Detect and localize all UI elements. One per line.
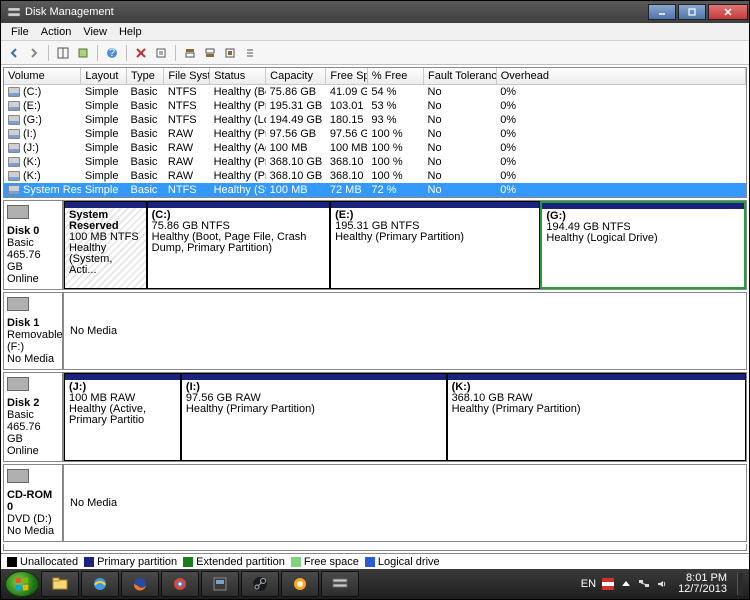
minimize-button[interactable]: [648, 4, 676, 20]
volume-icon: [8, 115, 20, 125]
disk-icon: [7, 377, 29, 391]
legend-unallocated: Unallocated: [20, 556, 78, 568]
disk-header[interactable]: Disk 0Basic465.76 GBOnline: [4, 201, 64, 289]
volume-row[interactable]: (C:)SimpleBasicNTFSHealthy (Bo...75.86 G…: [4, 85, 746, 100]
partition[interactable]: (E:)195.31 GB NTFSHealthy (Primary Parti…: [330, 201, 540, 289]
disk-header[interactable]: Disk 2Basic465.76 GBOnline: [4, 373, 64, 461]
partition[interactable]: (C:)75.86 GB NTFSHealthy (Boot, Page Fil…: [147, 201, 330, 289]
start-button[interactable]: [5, 571, 39, 597]
volume-row[interactable]: (E:)SimpleBasicNTFSHealthy (Pri...195.31…: [4, 99, 746, 113]
disk-header[interactable]: Disk 1Removable (F:)No Media: [4, 293, 64, 369]
column-header[interactable]: % Free: [367, 68, 423, 85]
disk-panel: Disk 2Basic465.76 GBOnline(J:)100 MB RAW…: [3, 372, 747, 462]
tray-flag-icon[interactable]: [602, 578, 614, 590]
tray-network-icon[interactable]: [638, 578, 650, 590]
volume-list[interactable]: VolumeLayoutTypeFile SystemStatusCapacit…: [3, 67, 747, 198]
properties-icon[interactable]: [152, 44, 170, 62]
legend-logical: Logical drive: [378, 556, 440, 568]
column-header[interactable]: Overhead: [496, 68, 745, 85]
legend: Unallocated Primary partition Extended p…: [1, 553, 749, 569]
taskbar-app1[interactable]: [201, 571, 239, 597]
maximize-button[interactable]: [678, 4, 706, 20]
legend-free: Free space: [304, 556, 359, 568]
volume-icon: [8, 87, 20, 97]
disk-icon: [7, 297, 29, 311]
menu-action[interactable]: Action: [35, 24, 78, 40]
window-title: Disk Management: [25, 6, 114, 18]
tray-date: 12/7/2013: [678, 584, 727, 595]
delete-icon[interactable]: [132, 44, 150, 62]
menu-file[interactable]: File: [5, 24, 35, 40]
menu-bar: File Action View Help: [1, 23, 749, 41]
column-header[interactable]: File System: [164, 68, 210, 85]
disk-panel: Disk 1Removable (F:)No MediaNo Media: [3, 292, 747, 370]
menu-help[interactable]: Help: [113, 24, 148, 40]
back-button[interactable]: [5, 44, 23, 62]
volume-row[interactable]: (G:)SimpleBasicNTFSHealthy (Lo...194.49 …: [4, 113, 746, 127]
empty-area: [3, 544, 747, 551]
column-header[interactable]: Fault Tolerance: [424, 68, 497, 85]
svg-text:?: ?: [109, 47, 115, 59]
taskbar-firefox[interactable]: [121, 571, 159, 597]
no-media-area[interactable]: No Media: [64, 293, 746, 369]
taskbar-app2[interactable]: [281, 571, 319, 597]
taskbar-steam[interactable]: [241, 571, 279, 597]
show-desktop-button[interactable]: [737, 573, 743, 595]
title-bar: Disk Management: [1, 1, 749, 23]
partition[interactable]: System Reserved100 MB NTFSHealthy (Syste…: [64, 201, 147, 289]
settings-icon[interactable]: [221, 44, 239, 62]
no-media-area[interactable]: No Media: [64, 465, 746, 541]
taskbar-chrome[interactable]: [161, 571, 199, 597]
volume-row[interactable]: (J:)SimpleBasicRAWHealthy (Act...100 MB1…: [4, 141, 746, 155]
close-button[interactable]: [708, 4, 748, 20]
volume-row[interactable]: (I:)SimpleBasicRAWHealthy (Pri...97.56 G…: [4, 127, 746, 141]
volume-icon: [8, 101, 20, 111]
view-bottom-icon[interactable]: [201, 44, 219, 62]
column-header[interactable]: Capacity: [266, 68, 326, 85]
column-header[interactable]: Status: [210, 68, 266, 85]
tray-lang[interactable]: EN: [581, 578, 596, 590]
tray-up-icon[interactable]: [620, 578, 632, 590]
volume-row[interactable]: (K:)SimpleBasicRAWHealthy (Pri...368.10 …: [4, 155, 746, 169]
column-header[interactable]: Volume: [4, 68, 81, 85]
refresh-icon[interactable]: [74, 44, 92, 62]
list-icon[interactable]: [241, 44, 259, 62]
help-icon[interactable]: ?: [103, 44, 121, 62]
partition[interactable]: (K:)368.10 GB RAWHealthy (Primary Partit…: [447, 373, 746, 461]
forward-button[interactable]: [25, 44, 43, 62]
app-icon: [7, 5, 21, 19]
column-header[interactable]: Layout: [81, 68, 127, 85]
disk-panel: Disk 0Basic465.76 GBOnlineSystem Reserve…: [3, 200, 747, 290]
disk-icon: [7, 205, 29, 219]
column-header[interactable]: Free Spa...: [326, 68, 368, 85]
tray-sound-icon[interactable]: [656, 578, 668, 590]
disk-header[interactable]: CD-ROM 0DVD (D:)No Media: [4, 465, 64, 541]
toolbar: ?: [1, 41, 749, 65]
view-details-icon[interactable]: [54, 44, 72, 62]
volume-icon: [8, 129, 20, 139]
menu-view[interactable]: View: [77, 24, 113, 40]
column-header[interactable]: Type: [127, 68, 164, 85]
taskbar-diskmgmt[interactable]: [321, 571, 359, 597]
volume-icon: [8, 185, 20, 195]
disk-panel: CD-ROM 0DVD (D:)No MediaNo Media: [3, 464, 747, 542]
partition[interactable]: (G:)194.49 GB NTFSHealthy (Logical Drive…: [540, 201, 746, 289]
legend-primary: Primary partition: [97, 556, 177, 568]
view-top-icon[interactable]: [181, 44, 199, 62]
legend-extended: Extended partition: [196, 556, 285, 568]
partition[interactable]: (J:)100 MB RAWHealthy (Active, Primary P…: [64, 373, 181, 461]
volume-icon: [8, 171, 20, 181]
disk-icon: [7, 469, 29, 483]
system-tray[interactable]: EN 8:01 PM 12/7/2013: [581, 573, 747, 595]
volume-row[interactable]: (K:)SimpleBasicRAWHealthy (Pri...368.10 …: [4, 169, 746, 183]
taskbar-ie[interactable]: [81, 571, 119, 597]
volume-row[interactable]: System ReservedSimpleBasicNTFSHealthy (S…: [4, 183, 746, 197]
taskbar-explorer[interactable]: [41, 571, 79, 597]
tray-clock[interactable]: 8:01 PM 12/7/2013: [674, 573, 731, 595]
volume-icon: [8, 143, 20, 153]
taskbar: EN 8:01 PM 12/7/2013: [1, 569, 749, 599]
partition[interactable]: (I:)97.56 GB RAWHealthy (Primary Partiti…: [181, 373, 447, 461]
volume-icon: [8, 157, 20, 167]
disk-graphical-view: Disk 0Basic465.76 GBOnlineSystem Reserve…: [1, 198, 749, 542]
